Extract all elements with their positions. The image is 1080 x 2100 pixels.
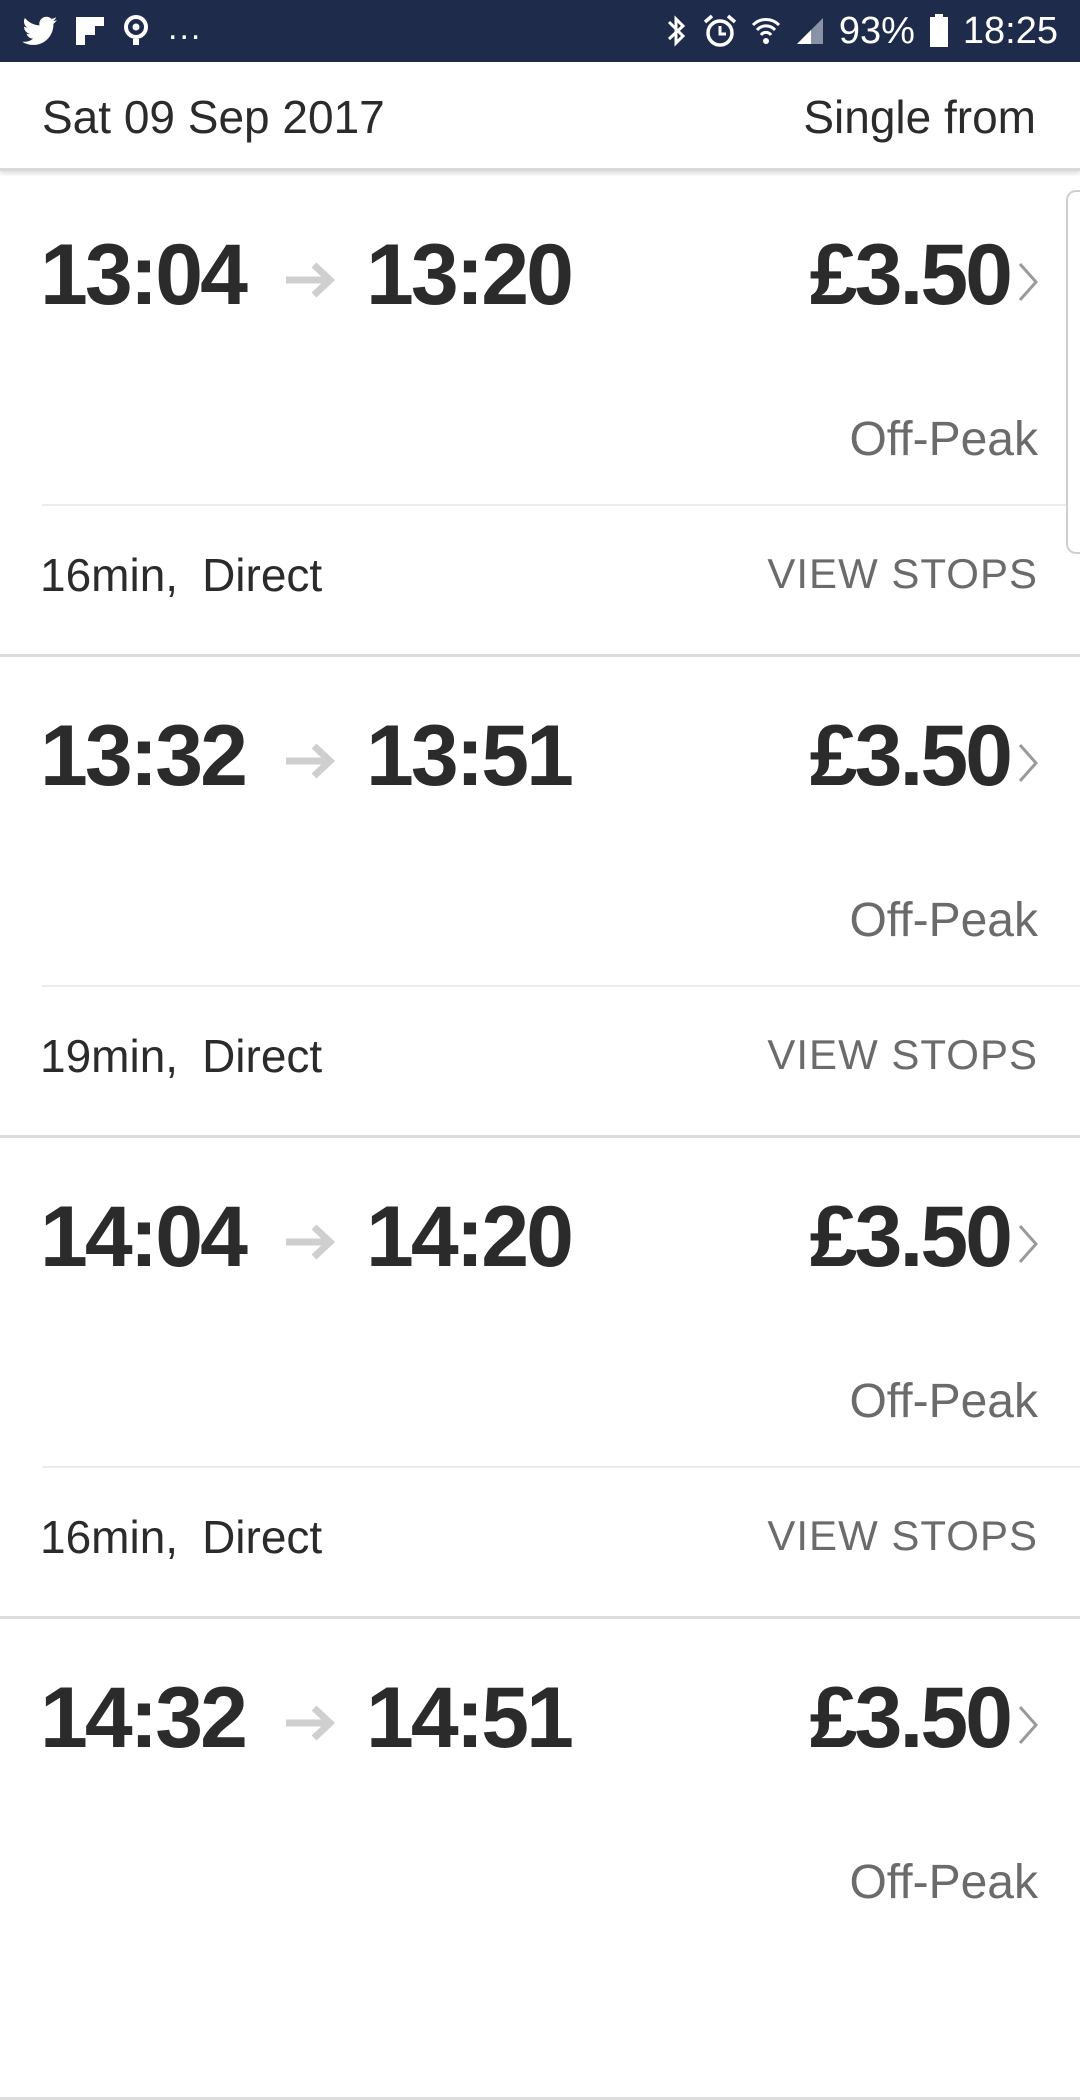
journey-list: 13:04 13:20 £3.50 Off-Peak 16min, Direct … [0,176,1080,2100]
more-notifications-indicator: ... [168,8,203,47]
status-bar-system: 93% 18:25 [665,0,1058,62]
journey-summary[interactable]: 14:04 14:20 £3.50 Off-Peak [0,1138,1080,1466]
journey-row[interactable]: 14:04 14:20 £3.50 Off-Peak 16min, Direct … [0,1138,1080,1619]
departure-time: 13:04 [40,227,248,323]
arrival-time: 14:20 [366,1189,574,1285]
signal-icon [795,16,825,46]
row-divider [42,1466,1080,1468]
journey-summary[interactable]: 13:04 13:20 £3.50 Off-Peak [0,176,1080,504]
chevron-right-icon[interactable] [1016,741,1040,785]
location-pin-icon [122,15,150,47]
fare-type: Off-Peak [849,413,1038,466]
flipboard-icon [76,17,104,45]
departure-time: 14:04 [40,1189,248,1285]
battery-percentage: 93% [838,9,915,52]
journey-row[interactable]: 14:32 14:51 £3.50 Off-Peak [0,1619,1080,2100]
wifi-icon [751,15,781,47]
fare-price[interactable]: £3.50 [810,226,1013,325]
arrival-time: 14:51 [366,1670,574,1766]
chevron-right-icon[interactable] [1016,1222,1040,1266]
status-bar: ... 93% 18:25 [0,0,1080,62]
arrow-right-icon [286,262,336,298]
fare-type: Off-Peak [849,1375,1038,1428]
alarm-icon [703,14,737,48]
journey-row[interactable]: 13:04 13:20 £3.50 Off-Peak 16min, Direct … [0,176,1080,657]
single-from-label: Single from [803,91,1036,143]
fare-price[interactable]: £3.50 [810,1669,1013,1768]
chevron-right-icon[interactable] [1016,1703,1040,1747]
chevron-right-icon[interactable] [1016,260,1040,304]
twitter-icon [22,16,58,46]
view-stops-button[interactable]: VIEW STOPS [767,550,1038,598]
fare-type: Off-Peak [849,894,1038,947]
journey-summary[interactable]: 14:32 14:51 £3.50 Off-Peak [0,1619,1080,1947]
journey-header: Sat 09 Sep 2017 Single from [0,62,1080,171]
view-stops-button[interactable]: VIEW STOPS [767,1031,1038,1079]
battery-icon [929,14,949,48]
status-bar-notifications: ... [22,0,202,62]
journey-duration: 16min, Direct [40,548,322,602]
fare-price[interactable]: £3.50 [810,1188,1013,1287]
arrow-right-icon [286,1705,336,1741]
journey-type: Direct [202,549,323,601]
view-stops-button[interactable]: VIEW STOPS [767,1512,1038,1560]
departure-time: 13:32 [40,708,248,804]
scroll-handle[interactable] [1066,190,1080,554]
duration-value: 16min, [40,549,179,601]
row-divider [42,504,1080,506]
journey-duration: 19min, Direct [40,1029,322,1083]
journey-type: Direct [202,1030,323,1082]
arrival-time: 13:20 [366,227,574,323]
fare-type: Off-Peak [849,1856,1038,1909]
duration-value: 19min, [40,1030,179,1082]
fare-price[interactable]: £3.50 [810,707,1013,806]
journey-summary[interactable]: 13:32 13:51 £3.50 Off-Peak [0,657,1080,985]
arrow-right-icon [286,743,336,779]
travel-date[interactable]: Sat 09 Sep 2017 [42,90,385,144]
row-divider [42,985,1080,987]
journey-duration: 16min, Direct [40,1510,322,1564]
journey-row[interactable]: 13:32 13:51 £3.50 Off-Peak 19min, Direct … [0,657,1080,1138]
bluetooth-icon [665,13,689,49]
departure-time: 14:32 [40,1670,248,1766]
duration-value: 16min, [40,1511,179,1563]
clock: 18:25 [962,9,1058,52]
arrival-time: 13:51 [366,708,574,804]
journey-type: Direct [202,1511,323,1563]
arrow-right-icon [286,1224,336,1260]
